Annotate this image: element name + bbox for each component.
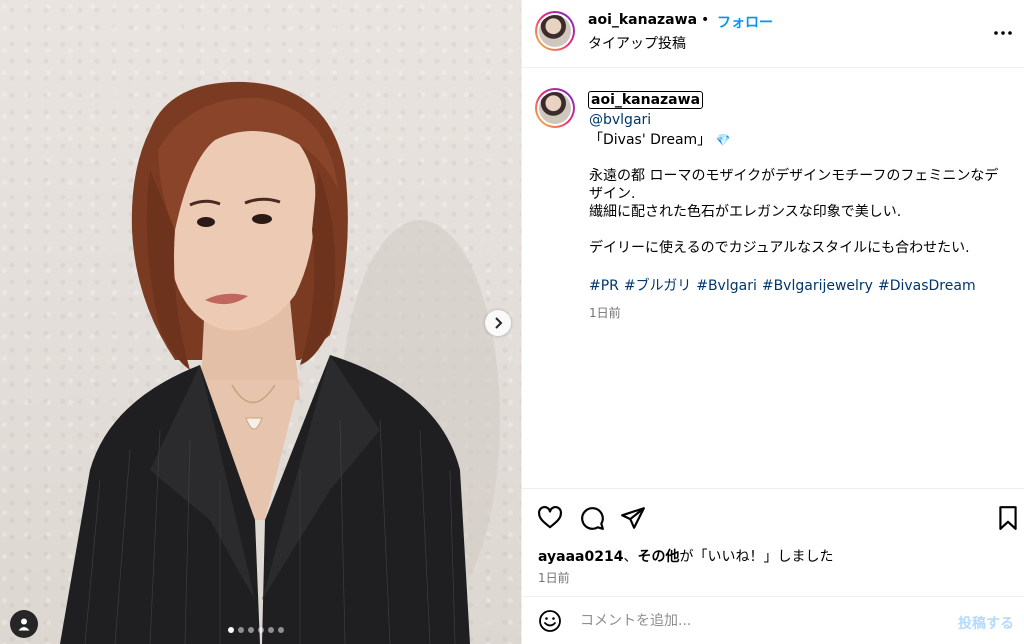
comment-icon[interactable] (579, 505, 605, 531)
bookmark-icon[interactable] (995, 505, 1021, 531)
header-separator: • (701, 12, 710, 28)
post-caption: aoi_kanazawa @bvlgari 「Divas' Dream」 💎 永… (522, 68, 1024, 488)
hashtag-link[interactable]: #Bvlgari (696, 278, 757, 294)
chevron-right-icon (495, 317, 503, 329)
likes-separator: 、 (623, 549, 638, 565)
post-actions: ayaaa0214、その他が「いいね！」しました 1日前 (522, 488, 1024, 596)
hashtag-link[interactable]: #Bvlgarijewelry (762, 278, 873, 294)
caption-text-line: 永遠の都 ローマのモザイクがデザインモチーフのフェミニンなデ (589, 168, 999, 184)
caption-timestamp[interactable]: 1日前 (589, 304, 621, 321)
carousel-dot (268, 627, 274, 633)
post-comment-button[interactable]: 投稿する (958, 613, 1014, 633)
carousel-dot (258, 627, 264, 633)
follow-button[interactable]: フォロー (717, 12, 773, 32)
caption-text-line: 繊細に配された色石がエレガンスな印象で美しい. (589, 204, 902, 220)
comment-composer: 投稿する (522, 596, 1024, 644)
hashtag-link[interactable]: #DivasDream (878, 278, 976, 294)
likes-suffix: が「いいね！」しました (679, 549, 834, 565)
hashtag-list: #PR #ブルガリ #Bvlgari #Bvlgarijewelry #DivasDre… (589, 277, 981, 295)
post-header: aoi_kanazawa • フォロー タイアップ投稿 (522, 0, 1024, 68)
caption-title: 「Divas' Dream」 (589, 132, 712, 148)
caption-text-line: デイリーに使えるのでカジュアルなスタイルにも合わせたい. (589, 240, 970, 256)
avatar[interactable] (535, 11, 575, 51)
header-username[interactable]: aoi_kanazawa (588, 12, 697, 28)
post-photo[interactable] (0, 0, 521, 644)
avatar[interactable] (535, 88, 575, 128)
caption-mention-link[interactable]: @bvlgari (589, 112, 651, 128)
more-options-button[interactable] (992, 22, 1014, 44)
paid-partnership-label[interactable]: タイアップ投稿 (588, 33, 686, 53)
liked-by-others[interactable]: その他 (637, 549, 679, 565)
portrait-illustration (60, 81, 500, 644)
liked-by-user[interactable]: ayaaa0214 (538, 549, 623, 565)
carousel-dot (238, 627, 244, 633)
avatar-image (539, 92, 571, 124)
post-timestamp[interactable]: 1日前 (538, 569, 570, 586)
heart-icon[interactable] (537, 505, 563, 531)
hashtag-link[interactable]: #PR (589, 278, 619, 294)
avatar-image (539, 15, 571, 47)
gem-emoji: 💎 (715, 133, 731, 147)
more-horizontal-icon (994, 31, 1012, 35)
caption-text-line: ザイン. (589, 186, 636, 202)
comment-input[interactable] (578, 607, 952, 635)
carousel-next-button[interactable] (485, 310, 511, 336)
emoji-icon[interactable] (538, 609, 562, 633)
tagged-users-button[interactable] (10, 610, 38, 638)
caption-title-line: 「Divas' Dream」 💎 (589, 131, 731, 149)
carousel-dot (278, 627, 284, 633)
carousel-dot (248, 627, 254, 633)
carousel-dot (228, 627, 234, 633)
hashtag-link[interactable]: #ブルガリ (624, 278, 691, 294)
caption-username[interactable]: aoi_kanazawa (588, 91, 704, 109)
carousel-indicator (228, 627, 284, 633)
likes-summary: ayaaa0214、その他が「いいね！」しました (538, 546, 833, 566)
post-sidebar: aoi_kanazawa • フォロー タイアップ投稿 aoi_kanazawa… (521, 0, 1024, 644)
user-icon (18, 618, 30, 631)
share-icon[interactable] (620, 505, 646, 531)
